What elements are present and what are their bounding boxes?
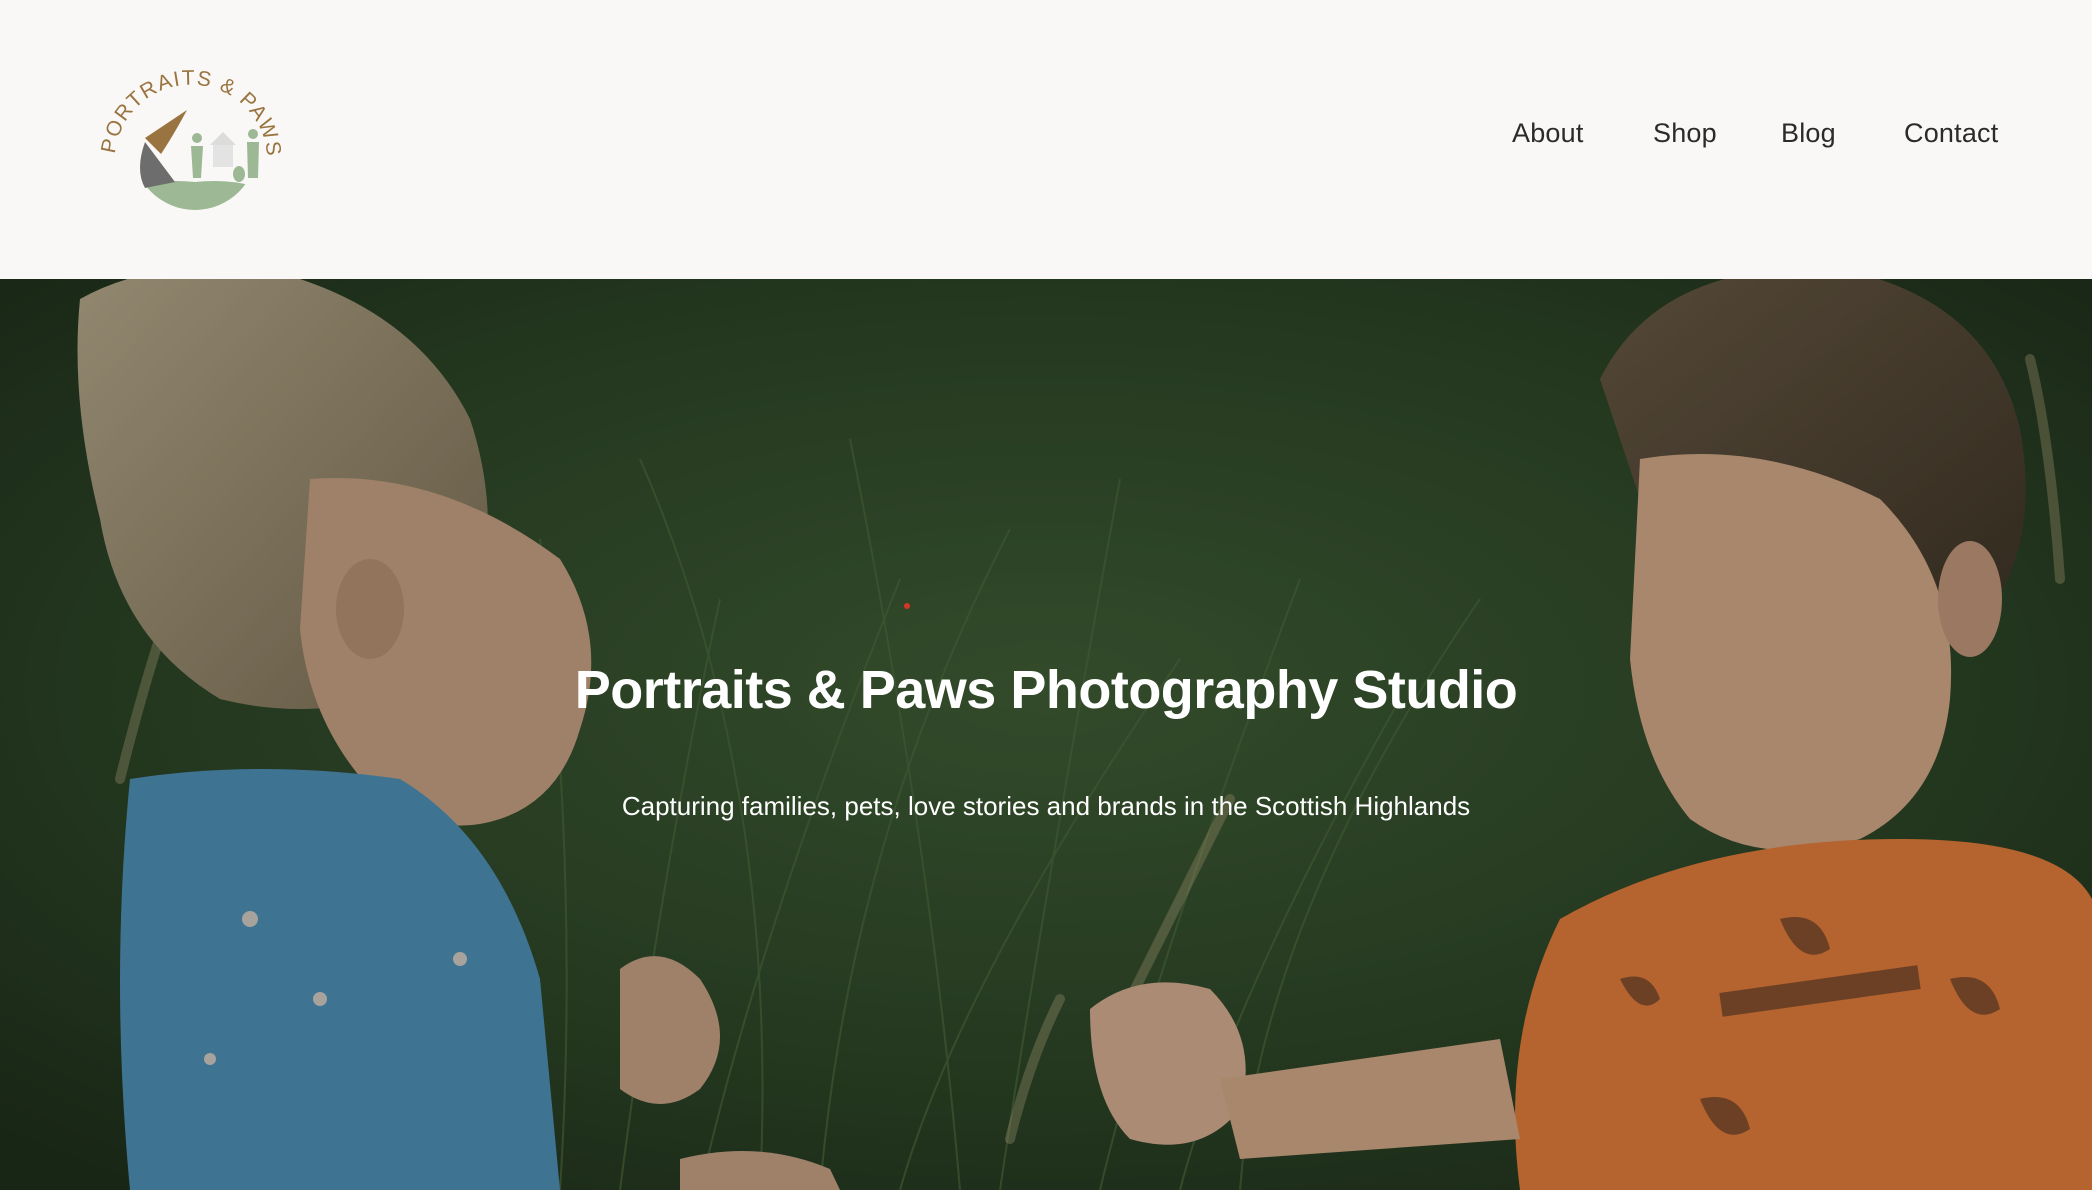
hero-indicator-dot (904, 603, 910, 609)
hero-subtitle: Capturing families, pets, love stories a… (621, 791, 1471, 821)
main-nav: About Shop Blog Contact (0, 110, 2092, 160)
nav-link-blog[interactable]: Blog (1781, 118, 1836, 149)
hero-title: Portraits & Paws Photography Studio (574, 660, 1518, 720)
hero-overlay (0, 279, 2092, 1190)
nav-link-shop[interactable]: Shop (1653, 118, 1717, 149)
page: PORTRAITS & PAWS STUDIO About Shop Blog (0, 0, 2092, 1190)
nav-link-about[interactable]: About (1512, 118, 1584, 149)
nav-link-contact[interactable]: Contact (1904, 118, 1998, 149)
site-header: PORTRAITS & PAWS STUDIO About Shop Blog (0, 0, 2092, 279)
hero-section: Portraits & Paws Photography Studio Capt… (0, 279, 2092, 1190)
